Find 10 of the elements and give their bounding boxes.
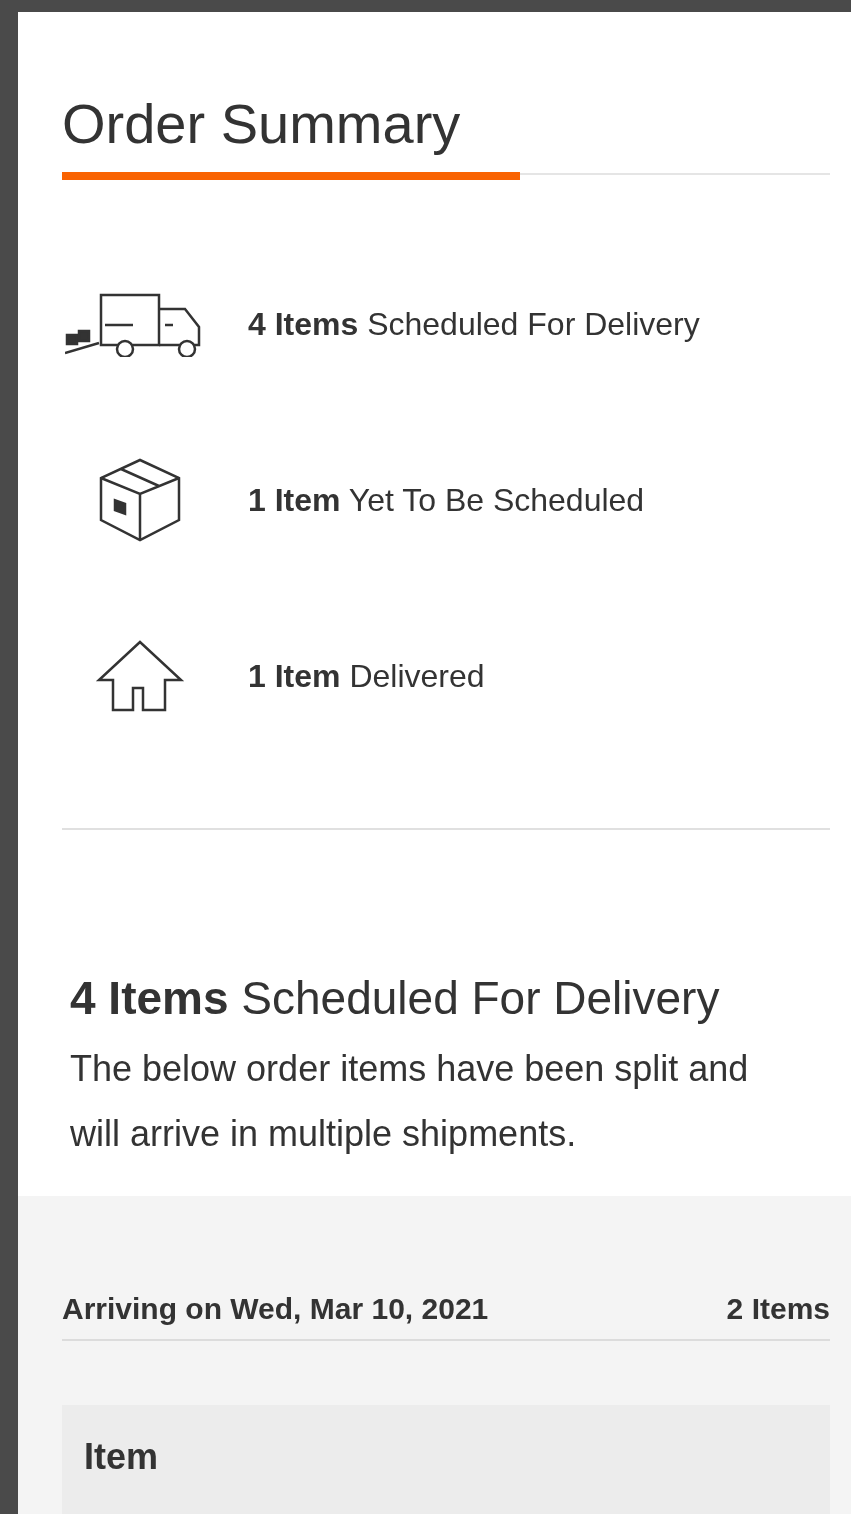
section-description: The below order items have been split and will arrive in multiple shipments. [70,1047,750,1156]
status-text: 1 Item Yet To Be Scheduled [248,481,645,520]
house-icon [95,640,185,712]
column-header: Item [84,1436,159,1477]
page-title: Order Summary [62,92,462,156]
item-count: 2 Items [726,1291,830,1327]
arrival-date: Arriving on Wed, Mar 10, 2021 [62,1291,489,1327]
status-text: 4 Items Scheduled For Delivery [248,305,700,344]
section-heading: 4 Items Scheduled For Delivery [70,971,721,1026]
status-text: 1 Item Delivered [248,657,485,696]
